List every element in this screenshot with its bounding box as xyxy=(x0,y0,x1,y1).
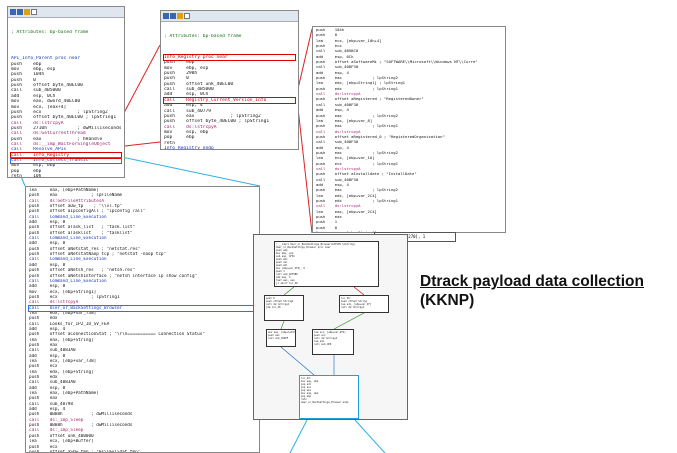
red-connector-b-c-top xyxy=(296,28,313,94)
ida-window-info-registry: ; Attributes: bp-based frame Info_Regist… xyxy=(160,10,299,150)
red-connector-b-c-bottom xyxy=(296,98,313,234)
window-toolbar xyxy=(8,7,124,18)
disassembly-listing: ; Attributes: bp-based frame API_Info_Pa… xyxy=(8,18,124,178)
edge-right-midright xyxy=(333,312,365,330)
edge-midleft-exit xyxy=(280,346,315,376)
disassembly-listing: ; Attributes: bp-based frame Info_Regist… xyxy=(161,22,298,150)
code-line: push offset byte_40EC00 ; lpString1 xyxy=(11,115,117,121)
caption-title: Dtrack payload data collection xyxy=(420,273,644,290)
edge-entry-left xyxy=(283,286,295,296)
caption: Dtrack payload data collection (KKNP) xyxy=(420,272,670,311)
cyan-connector-graph-bottom-right xyxy=(354,419,386,453)
toolbar-icon[interactable] xyxy=(17,9,23,15)
disassembly-listing: push 104h push 0 lea ecx, [ebp+var_10h+4] p… xyxy=(313,27,505,232)
toolbar-icon[interactable] xyxy=(170,13,176,19)
toolbar-icon[interactable] xyxy=(24,9,30,15)
cyan-connector-a-d-right xyxy=(111,154,261,187)
code-line: Info_Registry endp xyxy=(164,145,214,150)
toolbar-icon[interactable] xyxy=(163,13,169,19)
ida-window-registry-current-version: push 104h push 0 lea ecx, [ebp+var_10h+4] p… xyxy=(312,26,506,233)
toolbar-icon[interactable] xyxy=(177,13,183,19)
listing-header: ; Attributes: bp-based frame xyxy=(164,33,242,39)
toolbar-icon[interactable] xyxy=(31,9,37,15)
graph-edges xyxy=(280,286,365,376)
edge-left-midleft xyxy=(280,320,285,330)
edge-entry-right xyxy=(353,286,365,296)
toolbar-icon[interactable] xyxy=(10,9,16,15)
ida-window-info-collect-transit: lea eax, [ebp+PathName] push eax ; lpFile… xyxy=(25,186,260,453)
ida-window-api-info-parent: ; Attributes: bp-based frame API_Info_Pa… xyxy=(7,6,125,178)
ida-graph-view: ; __cdecl User_or_BackSettings_Browser(L… xyxy=(253,234,408,420)
code-line: retn 10h xyxy=(11,173,42,178)
window-toolbar xyxy=(161,11,298,22)
cyan-connector-graph-bottom-left xyxy=(289,419,308,453)
disassembly-listing: lea eax, [ebp+PathName] push eax ; lpFile… xyxy=(26,187,259,452)
listing-header: ; Attributes: bp-based frame xyxy=(11,29,89,35)
caption-subtitle: (KKNP) xyxy=(420,292,475,309)
toolbar-icon[interactable] xyxy=(184,13,190,19)
